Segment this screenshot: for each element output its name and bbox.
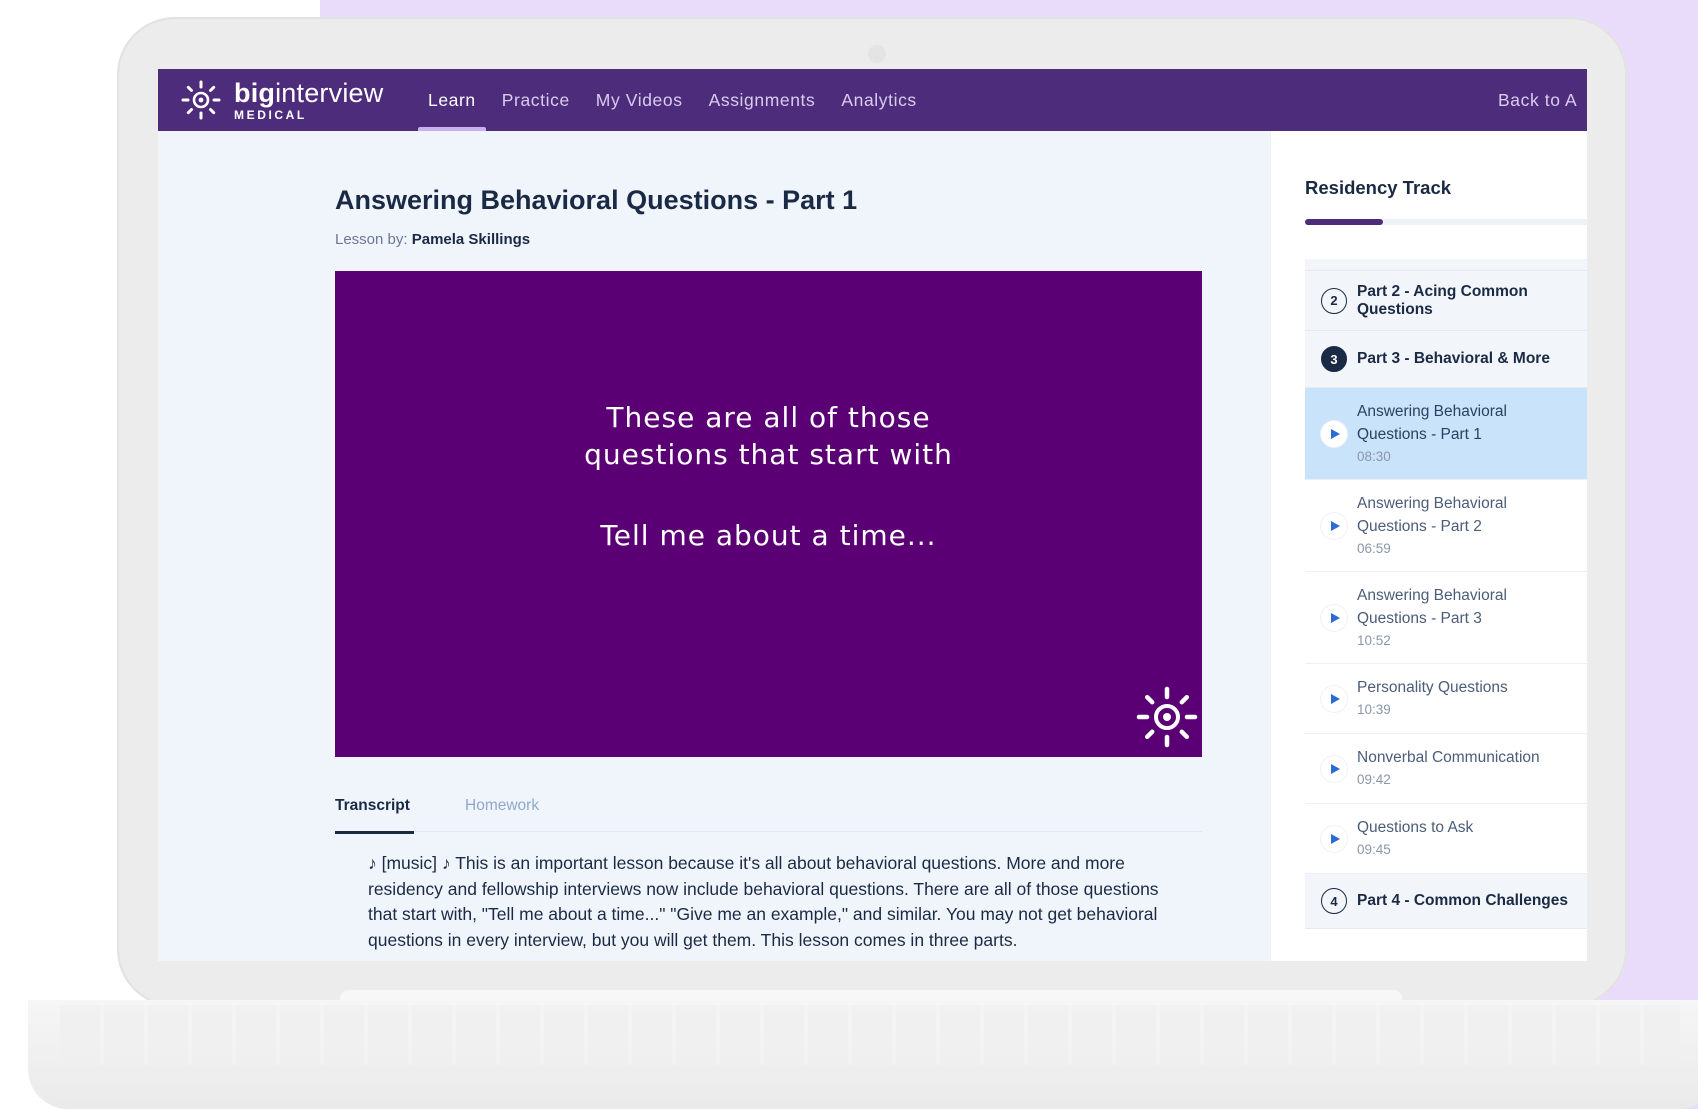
brand-name-bold: big: [234, 77, 276, 108]
marketing-stage: biginterview MEDICAL Learn Practice My V…: [0, 0, 1698, 1109]
track-list[interactable]: 2 Part 2 - Acing Common Questions 3 Part…: [1305, 259, 1587, 929]
lesson-item[interactable]: Answering Behavioral Questions - Part 1 …: [1305, 388, 1587, 480]
laptop-camera: [868, 45, 886, 63]
tab-transcript[interactable]: Transcript: [335, 797, 414, 834]
track-progress-bar: [1305, 219, 1587, 225]
sun-logo-icon: [181, 80, 221, 120]
play-icon: [1321, 512, 1347, 539]
lesson-name-line-2: Questions - Part 3: [1357, 609, 1482, 627]
section-part-3[interactable]: 3 Part 3 - Behavioral & More: [1305, 331, 1587, 388]
nav-item-my-videos[interactable]: My Videos: [583, 69, 696, 131]
nav-item-analytics[interactable]: Analytics: [828, 69, 929, 131]
section-part-2[interactable]: 2 Part 2 - Acing Common Questions: [1305, 271, 1587, 331]
laptop-keyboard-deck: [60, 1005, 1680, 1065]
section-label: Part 4 - Common Challenges: [1357, 892, 1569, 909]
section-number: 4: [1321, 888, 1347, 914]
lesson-name: Personality Questions: [1357, 679, 1508, 696]
page-title: Answering Behavioral Questions - Part 1: [335, 185, 858, 215]
lesson-author: Pamela Skillings: [411, 231, 531, 248]
section-number: 2: [1321, 287, 1347, 314]
lesson-item[interactable]: Answering Behavioral Questions - Part 3 …: [1305, 572, 1587, 664]
lesson-tabs: Transcript Homework: [335, 787, 1202, 834]
lesson-duration: 09:45: [1357, 842, 1391, 857]
lesson-duration: 08:30: [1357, 448, 1391, 464]
section-number: 3: [1321, 346, 1347, 372]
transcript-text: ♪ [music] ♪ This is an important lesson …: [368, 853, 1159, 950]
play-icon: [1321, 604, 1347, 631]
lesson-duration: 10:52: [1357, 632, 1391, 648]
nav-item-practice[interactable]: Practice: [489, 69, 583, 131]
lesson-duration: 06:59: [1357, 540, 1391, 556]
nav-item-assignments[interactable]: Assignments: [696, 69, 829, 131]
play-icon: [1321, 825, 1347, 852]
section-label: Part 3 - Behavioral & More: [1357, 350, 1550, 367]
lesson-by-label: Lesson by:: [335, 231, 408, 248]
video-caption-line-3: Tell me about a time...: [600, 519, 937, 552]
video-caption-line-1: These are all of those: [606, 401, 931, 434]
lesson-main: Answering Behavioral Questions - Part 1 …: [158, 131, 1270, 961]
lesson-name-line-1: Answering Behavioral: [1357, 494, 1507, 512]
nav-item-learn[interactable]: Learn: [415, 69, 489, 131]
section-label-line-1: Part 2 - Acing Common: [1357, 282, 1528, 300]
lesson-item[interactable]: Questions to Ask 09:45: [1305, 804, 1587, 874]
lesson-name-line-1: Answering Behavioral: [1357, 402, 1507, 420]
lesson-item[interactable]: Personality Questions 10:39: [1305, 664, 1587, 734]
lesson-duration: 10:39: [1357, 702, 1391, 717]
brand-logo[interactable]: biginterview MEDICAL: [180, 77, 383, 123]
play-icon: [1321, 755, 1347, 782]
lesson-item[interactable]: Answering Behavioral Questions - Part 2 …: [1305, 480, 1587, 572]
video-caption-line-2: questions that start with: [584, 438, 953, 471]
lesson-name-line-2: Questions - Part 2: [1357, 517, 1482, 535]
play-icon: [1321, 685, 1347, 712]
tab-homework[interactable]: Homework: [465, 797, 539, 832]
sun-watermark-icon: [1136, 686, 1198, 748]
lesson-author-line: Lesson by: Pamela Skillings: [335, 231, 530, 248]
lesson-item[interactable]: Nonverbal Communication 09:42: [1305, 734, 1587, 804]
section-label: Part 2 - Acing Common Questions: [1357, 283, 1528, 319]
section-previous-stub: [1305, 259, 1587, 271]
lesson-duration: 09:42: [1357, 772, 1391, 787]
nav-menu: Learn Practice My Videos Assignments Ana…: [415, 69, 930, 131]
video-player[interactable]: These are all of those questions that st…: [335, 271, 1202, 757]
brand-wordmark: biginterview MEDICAL: [234, 79, 383, 122]
back-link[interactable]: Back to A: [1498, 69, 1577, 131]
brand-name-light: interview: [275, 77, 384, 108]
lesson-name-line-2: Questions - Part 1: [1357, 425, 1482, 443]
track-title: Residency Track: [1305, 177, 1452, 198]
section-part-4[interactable]: 4 Part 4 - Common Challenges: [1305, 874, 1587, 929]
lesson-name: Questions to Ask: [1357, 819, 1474, 836]
app-screen: biginterview MEDICAL Learn Practice My V…: [158, 69, 1587, 961]
track-sidebar: Residency Track 2 Part 2 - Acing Common …: [1270, 131, 1587, 961]
play-icon: [1321, 420, 1347, 447]
track-progress-fill: [1305, 219, 1383, 225]
lesson-name-line-1: Answering Behavioral: [1357, 586, 1507, 604]
section-label-line-2: Questions: [1357, 300, 1433, 318]
top-navigation: biginterview MEDICAL Learn Practice My V…: [158, 69, 1587, 131]
lesson-name: Nonverbal Communication: [1357, 749, 1540, 766]
brand-subtitle: MEDICAL: [234, 107, 307, 122]
